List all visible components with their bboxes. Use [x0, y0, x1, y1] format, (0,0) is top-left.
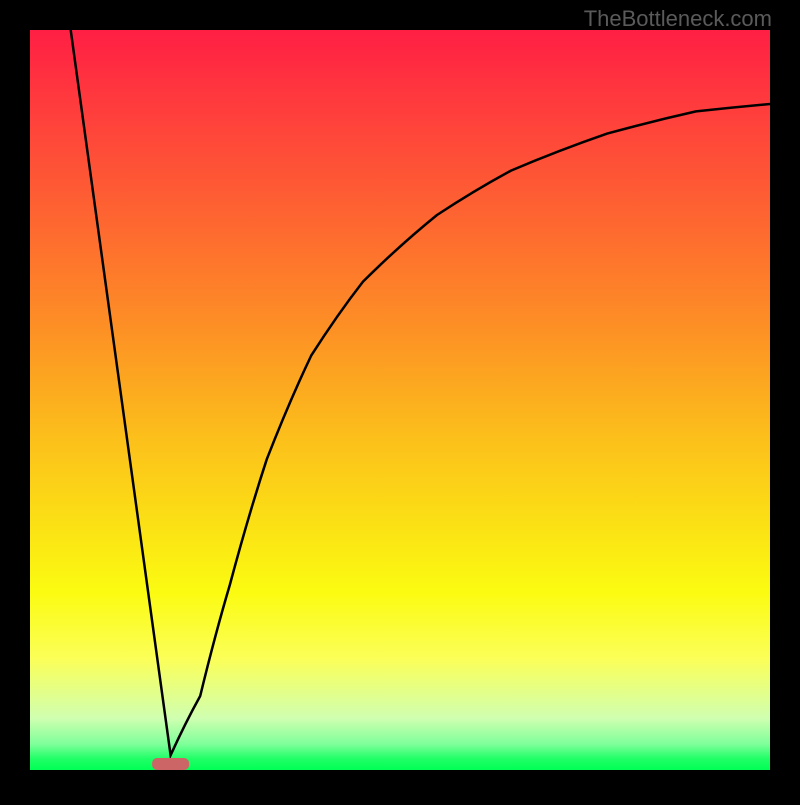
min-marker: [152, 758, 189, 770]
plot-background: [30, 30, 770, 770]
chart-svg: [0, 0, 800, 800]
chart-container: [0, 0, 800, 800]
watermark-text: TheBottleneck.com: [584, 6, 772, 32]
